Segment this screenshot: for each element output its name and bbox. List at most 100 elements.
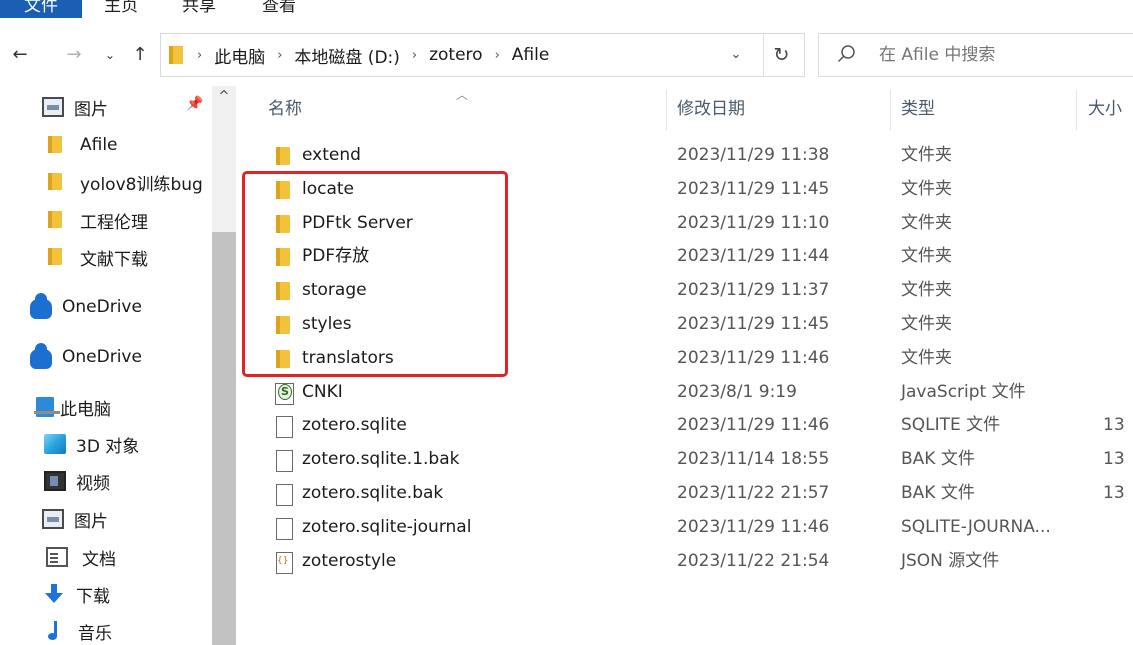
- nav-item-label: 3D 对象: [76, 436, 140, 457]
- tab-file[interactable]: 文件: [0, 0, 82, 18]
- file-icon: [274, 484, 293, 506]
- file-modified-date: 2023/11/29 11:46: [677, 415, 830, 435]
- folder-icon: [274, 281, 292, 301]
- chevron-right-icon[interactable]: ›: [495, 48, 500, 63]
- nav-item-label: 文献下载: [80, 249, 148, 270]
- file-modified-date: 2023/11/14 18:55: [677, 449, 830, 469]
- file-type: 文件夹: [901, 145, 952, 165]
- search-icon: [837, 45, 855, 63]
- breadcrumb-afile[interactable]: Afile: [512, 45, 550, 65]
- file-name: zotero.sqlite.bak: [302, 483, 444, 503]
- address-bar-row: ← → ⌄ ↑ › 此电脑 › 本地磁盘 (D:) › zotero › Afi…: [0, 32, 1133, 78]
- 3d-objects-icon: [44, 434, 66, 454]
- file-name: zotero.sqlite: [302, 415, 407, 435]
- file-type: 文件夹: [901, 179, 952, 199]
- file-row[interactable]: zotero.sqlite.1.bak 2023/11/14 18:55 BAK 文…: [236, 443, 1133, 476]
- file-name: styles: [302, 314, 352, 334]
- file-name: PDF存放: [302, 246, 370, 266]
- breadcrumb-zotero[interactable]: zotero: [429, 45, 482, 65]
- pin-icon[interactable]: 📌: [186, 96, 203, 112]
- file-name: storage: [302, 280, 367, 300]
- nav-item-videos[interactable]: 视频: [44, 464, 110, 498]
- videos-icon: [44, 471, 66, 491]
- file-name: locate: [302, 179, 355, 199]
- nav-item-downloads[interactable]: 下载: [44, 577, 110, 611]
- file-row[interactable]: zotero.sqlite-journal 2023/11/29 11:46 SQL…: [236, 511, 1133, 544]
- file-row[interactable]: PDFtk Server 2023/11/29 11:10 文件夹: [236, 207, 1133, 240]
- folder-icon: [274, 214, 292, 234]
- file-row[interactable]: styles 2023/11/29 11:45 文件夹: [236, 308, 1133, 341]
- folder-icon: [48, 135, 70, 155]
- nav-scrollbar[interactable]: ^: [212, 86, 236, 645]
- file-icon: [274, 518, 293, 540]
- column-header-date[interactable]: 修改日期: [677, 96, 745, 122]
- file-row[interactable]: CNKI 2023/8/1 9:19 JavaScript 文件: [236, 376, 1133, 409]
- address-history-dropdown[interactable]: ⌄: [721, 34, 751, 76]
- column-divider[interactable]: [666, 90, 667, 130]
- file-row[interactable]: PDF存放 2023/11/29 11:44 文件夹: [236, 240, 1133, 273]
- refresh-button[interactable]: ↻: [763, 34, 799, 76]
- forward-button[interactable]: →: [62, 40, 86, 70]
- file-row[interactable]: extend 2023/11/29 11:38 文件夹: [236, 139, 1133, 172]
- file-modified-date: 2023/11/29 11:10: [677, 213, 830, 233]
- folder-icon: [274, 180, 292, 200]
- column-header-type[interactable]: 类型: [901, 96, 935, 122]
- file-modified-date: 2023/8/1 9:19: [677, 382, 797, 402]
- nav-item-documents[interactable]: 文档: [46, 540, 116, 574]
- address-box[interactable]: › 此电脑 › 本地磁盘 (D:) › zotero › Afile ⌄ ↻: [160, 33, 805, 77]
- column-header-row: ︿ 名称 修改日期 类型 大小: [236, 86, 1133, 132]
- tab-share[interactable]: 共享: [182, 0, 216, 18]
- file-row[interactable]: locate 2023/11/29 11:45 文件夹: [236, 173, 1133, 206]
- column-divider[interactable]: [890, 90, 891, 130]
- file-name: zotero.sqlite-journal: [302, 517, 472, 537]
- search-input[interactable]: [879, 34, 1129, 76]
- nav-scrollbar-thumb[interactable]: [212, 232, 236, 645]
- nav-item-afile[interactable]: Afile: [48, 128, 118, 162]
- up-button[interactable]: ↑: [128, 40, 152, 70]
- file-name: extend: [302, 145, 361, 165]
- recent-locations-button[interactable]: ⌄: [98, 40, 122, 70]
- nav-item-music[interactable]: 音乐: [46, 614, 112, 645]
- downloads-icon: [44, 584, 66, 604]
- nav-item-yolov8[interactable]: yolov8训练bug: [48, 165, 203, 199]
- file-row[interactable]: storage 2023/11/29 11:37 文件夹: [236, 274, 1133, 307]
- chevron-right-icon[interactable]: ›: [412, 48, 417, 63]
- file-row[interactable]: zotero.sqlite.bak 2023/11/22 21:57 BAK 文件 1…: [236, 477, 1133, 510]
- nav-item-pictures-quick[interactable]: 图片: [42, 90, 108, 124]
- pictures-icon: [42, 97, 64, 117]
- nav-item-onedrive-2[interactable]: OneDrive: [30, 340, 142, 374]
- back-button[interactable]: ←: [8, 40, 32, 70]
- pictures-icon: [42, 509, 64, 529]
- column-header-size[interactable]: 大小: [1088, 96, 1122, 122]
- nav-item-engineering-ethics[interactable]: 工程伦理: [48, 203, 148, 237]
- column-header-name[interactable]: 名称: [268, 96, 302, 122]
- search-box[interactable]: [818, 33, 1133, 77]
- file-icon: [274, 450, 293, 472]
- file-row[interactable]: translators 2023/11/29 11:46 文件夹: [236, 342, 1133, 375]
- nav-item-pictures[interactable]: 图片: [42, 502, 108, 536]
- file-modified-date: 2023/11/22 21:57: [677, 483, 830, 503]
- column-divider[interactable]: [1076, 90, 1077, 130]
- file-size: 13: [1103, 483, 1125, 503]
- folder-icon: [274, 247, 292, 267]
- breadcrumb-local-disk-d[interactable]: 本地磁盘 (D:): [294, 43, 400, 68]
- nav-item-3d-objects[interactable]: 3D 对象: [44, 427, 139, 461]
- chevron-right-icon[interactable]: ›: [277, 48, 282, 63]
- nav-item-literature-download[interactable]: 文献下载: [48, 240, 148, 274]
- folder-icon: [48, 172, 70, 192]
- onedrive-cloud-icon: [30, 293, 52, 319]
- scroll-up-arrow-icon[interactable]: ^: [212, 86, 236, 108]
- file-row[interactable]: zoterostyle 2023/11/22 21:54 JSON 源文件: [236, 545, 1133, 578]
- tab-view[interactable]: 查看: [262, 0, 296, 18]
- file-type: BAK 文件: [901, 449, 975, 469]
- nav-item-label: OneDrive: [62, 347, 142, 367]
- tab-home[interactable]: 主页: [104, 0, 138, 18]
- folder-icon: [48, 247, 70, 267]
- breadcrumb-this-pc[interactable]: 此电脑: [214, 43, 265, 68]
- nav-item-this-pc[interactable]: 此电脑: [34, 390, 111, 424]
- file-size: 13: [1103, 415, 1125, 435]
- nav-item-onedrive-1[interactable]: OneDrive: [30, 290, 142, 324]
- file-name: zotero.sqlite.1.bak: [302, 449, 460, 469]
- nav-item-label: OneDrive: [62, 297, 142, 317]
- file-row[interactable]: zotero.sqlite 2023/11/29 11:46 SQLITE 文件 13: [236, 409, 1133, 442]
